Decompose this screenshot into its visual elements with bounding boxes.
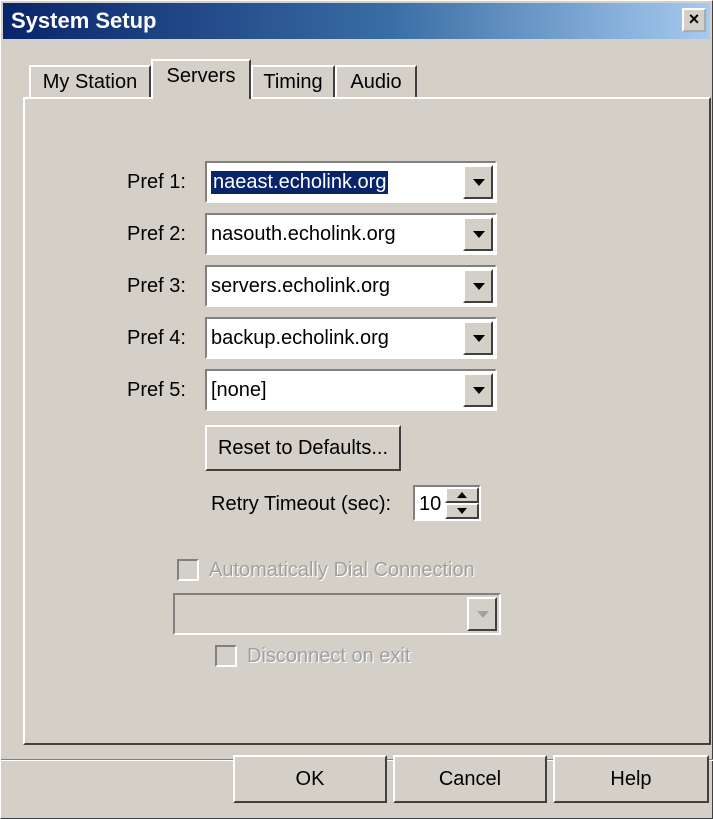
tab-my-station[interactable]: My Station	[29, 65, 151, 99]
pref-1-value: naeast.echolink.org	[211, 171, 389, 194]
retry-timeout-spinner	[445, 485, 481, 521]
auto-dial-label: Automatically Dial Connection	[209, 559, 475, 581]
ok-button[interactable]: OK	[233, 755, 387, 803]
retry-timeout-label: Retry Timeout (sec):	[211, 493, 392, 515]
help-button[interactable]: Help	[553, 755, 709, 803]
chevron-down-icon[interactable]	[463, 321, 493, 355]
spin-up-icon[interactable]	[445, 487, 479, 503]
pref-3-value: servers.echolink.org	[211, 275, 390, 297]
pref-4-label: Pref 4:	[127, 327, 186, 349]
pref-2-label: Pref 2:	[127, 223, 186, 245]
disconnect-exit-checkbox[interactable]	[215, 645, 237, 667]
pref-2-value: nasouth.echolink.org	[211, 223, 396, 245]
pref-1-select[interactable]: naeast.echolink.org	[205, 161, 497, 203]
tab-audio[interactable]: Audio	[335, 65, 417, 99]
chevron-down-icon[interactable]	[467, 597, 497, 631]
pref-1-label: Pref 1:	[127, 171, 186, 193]
pref-4-select[interactable]: backup.echolink.org	[205, 317, 497, 359]
dialog-title: System Setup	[11, 8, 157, 33]
retry-timeout-input[interactable]: 10	[413, 485, 445, 521]
pref-2-select[interactable]: nasouth.echolink.org	[205, 213, 497, 255]
pref-5-label: Pref 5:	[127, 379, 186, 401]
pref-4-value: backup.echolink.org	[211, 327, 389, 349]
chevron-down-icon[interactable]	[463, 165, 493, 199]
close-icon[interactable]: ×	[682, 8, 706, 32]
tab-servers[interactable]: Servers	[151, 59, 251, 99]
auto-dial-select[interactable]	[173, 593, 501, 635]
disconnect-exit-label: Disconnect on exit	[247, 645, 411, 667]
auto-dial-checkbox[interactable]	[177, 559, 199, 581]
system-setup-dialog: System Setup × My Station Servers Timing…	[0, 0, 713, 819]
chevron-down-icon[interactable]	[463, 217, 493, 251]
pref-3-select[interactable]: servers.echolink.org	[205, 265, 497, 307]
pref-5-value: [none]	[211, 379, 267, 401]
cancel-button[interactable]: Cancel	[393, 755, 547, 803]
chevron-down-icon[interactable]	[463, 269, 493, 303]
spin-down-icon[interactable]	[445, 503, 479, 519]
chevron-down-icon[interactable]	[463, 373, 493, 407]
pref-5-select[interactable]: [none]	[205, 369, 497, 411]
tab-timing[interactable]: Timing	[251, 65, 335, 99]
reset-defaults-button[interactable]: Reset to Defaults...	[205, 425, 401, 471]
pref-3-label: Pref 3:	[127, 275, 186, 297]
title-bar[interactable]: System Setup ×	[3, 3, 710, 39]
